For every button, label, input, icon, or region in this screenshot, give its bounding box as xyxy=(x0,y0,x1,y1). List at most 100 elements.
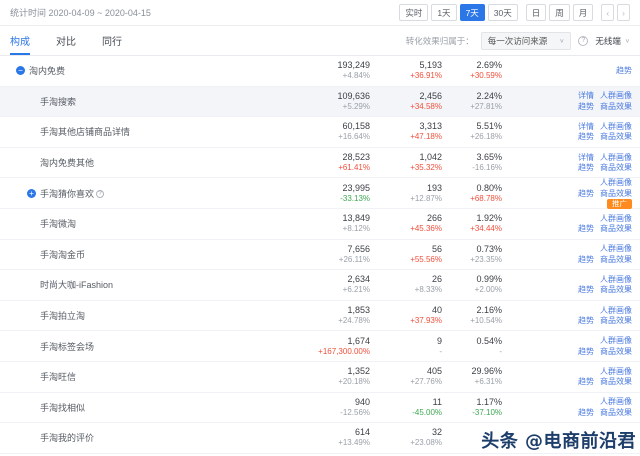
terminal-select[interactable]: 无线端 ∨ xyxy=(595,35,630,47)
help-icon[interactable]: ? xyxy=(96,189,105,198)
terminal-value: 无线端 xyxy=(595,35,621,46)
action-link[interactable]: 商品效果 xyxy=(600,224,632,234)
action-link[interactable]: 人群画像 xyxy=(600,91,632,101)
action-link[interactable]: 商品效果 xyxy=(600,285,632,295)
action-link[interactable]: 趋势 xyxy=(578,132,594,142)
action-link[interactable]: 商品效果 xyxy=(600,316,632,326)
metric-value: 13,849 xyxy=(342,213,370,224)
conversion-source-select[interactable]: 每一次访问来源 ∨ xyxy=(480,31,572,50)
table-row[interactable]: 手淘标签会场 1,674 +167,300.00% 9-0.54% - 人群画像 趋势 商品效… xyxy=(0,331,640,362)
table-row[interactable]: 手淘微淘 13,849 +8.12% 266 +45.36% 1.92% +34.44% 人群… xyxy=(0,209,640,240)
table-row[interactable]: − 淘内免费 193,249 +4.84% 5,193 +36.91% 2.69% +30.5… xyxy=(0,56,640,87)
table-row[interactable]: 手淘搜索 109,636 +5.29% 2,456 +34.58% 2.24% +27.81… xyxy=(0,86,640,118)
metric-change: +35.32% xyxy=(410,163,442,173)
table-row[interactable]: 手淘拍立淘 1,853 +24.78% 40 +37.93% 2.16% +10.54% 人群… xyxy=(0,301,640,332)
table-row[interactable]: 淘内免费其他 28,523 +61.41% 1,042 +35.32% 3.65% -16.… xyxy=(0,148,640,179)
row-actions: 人群画像 趋势 商品效果 xyxy=(502,214,632,234)
conversion-source-value: 每一次访问来源 xyxy=(487,35,548,46)
action-link[interactable]: 趋势 xyxy=(578,102,594,112)
period-button-week[interactable]: 周 xyxy=(549,4,570,21)
expand-icon[interactable]: + xyxy=(27,189,36,199)
row-actions: 人群画像 趋势 商品效果 xyxy=(502,336,632,356)
action-link[interactable]: 趋势 xyxy=(578,408,594,418)
row-actions: 人群画像 趋势 商品效果 推广 xyxy=(502,178,632,210)
action-link[interactable]: 人群画像 xyxy=(600,275,632,285)
action-link[interactable]: 人群画像 xyxy=(600,397,632,407)
range-button-realtime[interactable]: 实时 xyxy=(399,4,429,21)
action-link[interactable]: 人群画像 xyxy=(600,244,632,254)
action-link[interactable]: 人群画像 xyxy=(600,306,632,316)
action-link[interactable]: 详情 xyxy=(578,153,594,163)
metric-change: +55.56% xyxy=(410,254,442,264)
action-link[interactable]: 详情 xyxy=(578,122,594,132)
action-link[interactable]: 趋势 xyxy=(578,377,594,387)
metric-change: +24.78% xyxy=(338,316,370,326)
col1-cell: 1,853 +24.78% xyxy=(220,305,370,326)
action-link[interactable]: 人群画像 xyxy=(600,214,632,224)
table-row[interactable]: 手淘我的评价 614 +13.49% 32 +23.08% xyxy=(0,423,640,454)
table-row[interactable]: 手淘其他店铺商品详情 60,158 +16.64% 3,313 +47.18% 5.51%… xyxy=(0,117,640,148)
range-button-1day[interactable]: 1天 xyxy=(431,4,457,21)
col3-cell: 2.16% +10.54% xyxy=(442,305,502,326)
channel-name-cell: 手淘我的评价 xyxy=(0,431,220,444)
row-actions: 详情 人群画像 趋势 商品效果 xyxy=(502,91,632,111)
action-link[interactable]: 商品效果 xyxy=(600,377,632,387)
table-row[interactable]: 手淘旺信 1,352 +20.18% 405 +27.76% 29.96% +6.31% 人群… xyxy=(0,362,640,393)
action-link[interactable]: 人群画像 xyxy=(600,122,632,132)
col1-cell: 13,849 +8.12% xyxy=(220,213,370,234)
metric-change: +4.84% xyxy=(342,71,370,81)
action-link[interactable]: 趋势 xyxy=(578,163,594,173)
tab-compare[interactable]: 对比 xyxy=(56,26,76,55)
tab-peers[interactable]: 同行 xyxy=(102,26,122,55)
action-link[interactable]: 商品效果 xyxy=(600,408,632,418)
action-link[interactable]: 商品效果 xyxy=(600,132,632,142)
col3-cell: 0.54% - xyxy=(442,336,502,357)
period-button-day[interactable]: 日 xyxy=(525,4,547,21)
metric-change: +5.29% xyxy=(342,101,370,111)
table-row[interactable]: 手淘淘金币 7,656 +26.11% 56 +55.56% 0.73% +23.35% 人群… xyxy=(0,240,640,271)
period-button-month[interactable]: 月 xyxy=(572,4,594,21)
col1-cell: 23,995 -33.13% xyxy=(220,183,370,204)
action-link[interactable]: 趋势 xyxy=(578,189,594,199)
channel-name: 淘内免费其他 xyxy=(40,158,95,169)
action-link[interactable]: 商品效果 xyxy=(600,189,632,199)
metric-change: +23.08% xyxy=(410,438,442,448)
metric-value: 28,523 xyxy=(342,152,370,163)
metric-change: +45.36% xyxy=(410,224,442,234)
action-link[interactable]: 商品效果 xyxy=(600,163,632,173)
action-link[interactable]: 趋势 xyxy=(578,285,594,295)
range-button-7day[interactable]: 7天 xyxy=(459,4,485,21)
channel-name-cell: 手淘拍立淘 xyxy=(0,309,220,322)
next-button[interactable]: › xyxy=(617,4,630,21)
action-link[interactable]: 商品效果 xyxy=(600,347,632,357)
action-link[interactable]: 人群画像 xyxy=(600,336,632,346)
table-row[interactable]: + 手淘猜你喜欢? 23,995 -33.13% 193 +12.87% 0.80% +68.… xyxy=(0,178,640,210)
action-link[interactable]: 人群画像 xyxy=(600,178,632,188)
table-row[interactable]: 手淘找相似 940 -12.56% 11 -45.00% 1.17% -37.10% 人群画像… xyxy=(0,393,640,424)
action-link[interactable]: 趋势 xyxy=(578,224,594,234)
promo-badge[interactable]: 推广 xyxy=(607,199,632,210)
action-link[interactable]: 趋势 xyxy=(578,316,594,326)
stat-time-range: 2020-04-09 ~ 2020-04-15 xyxy=(48,8,151,18)
channel-name: 手淘我的评价 xyxy=(40,433,95,444)
prev-button[interactable]: ‹ xyxy=(601,4,615,21)
metric-change: - xyxy=(499,346,502,356)
row-actions: 详情 人群画像 趋势 商品效果 xyxy=(502,122,632,142)
tab-composition[interactable]: 构成 xyxy=(10,26,30,55)
table-row[interactable]: 时尚大咖-iFashion 2,634 +6.21% 26 +8.33% 0.99% +2.… xyxy=(0,270,640,301)
action-link[interactable]: 趋势 xyxy=(578,255,594,265)
action-link[interactable]: 详情 xyxy=(578,91,594,101)
action-link[interactable]: 商品效果 xyxy=(600,102,632,112)
chevron-down-icon: ∨ xyxy=(559,38,565,44)
date-range-controls: 实时 1天 7天 30天 日 周 月 ‹ › xyxy=(399,4,630,21)
range-button-30day[interactable]: 30天 xyxy=(487,4,518,21)
action-link[interactable]: 人群画像 xyxy=(600,153,632,163)
collapse-icon[interactable]: − xyxy=(16,66,25,76)
action-link[interactable]: 趋势 xyxy=(616,66,632,76)
metric-value: 1,853 xyxy=(347,305,370,316)
action-link[interactable]: 商品效果 xyxy=(600,255,632,265)
action-link[interactable]: 人群画像 xyxy=(600,367,632,377)
col2-cell: 32 +23.08% xyxy=(370,427,442,448)
info-icon[interactable]: ? xyxy=(578,35,589,46)
action-link[interactable]: 趋势 xyxy=(578,347,594,357)
